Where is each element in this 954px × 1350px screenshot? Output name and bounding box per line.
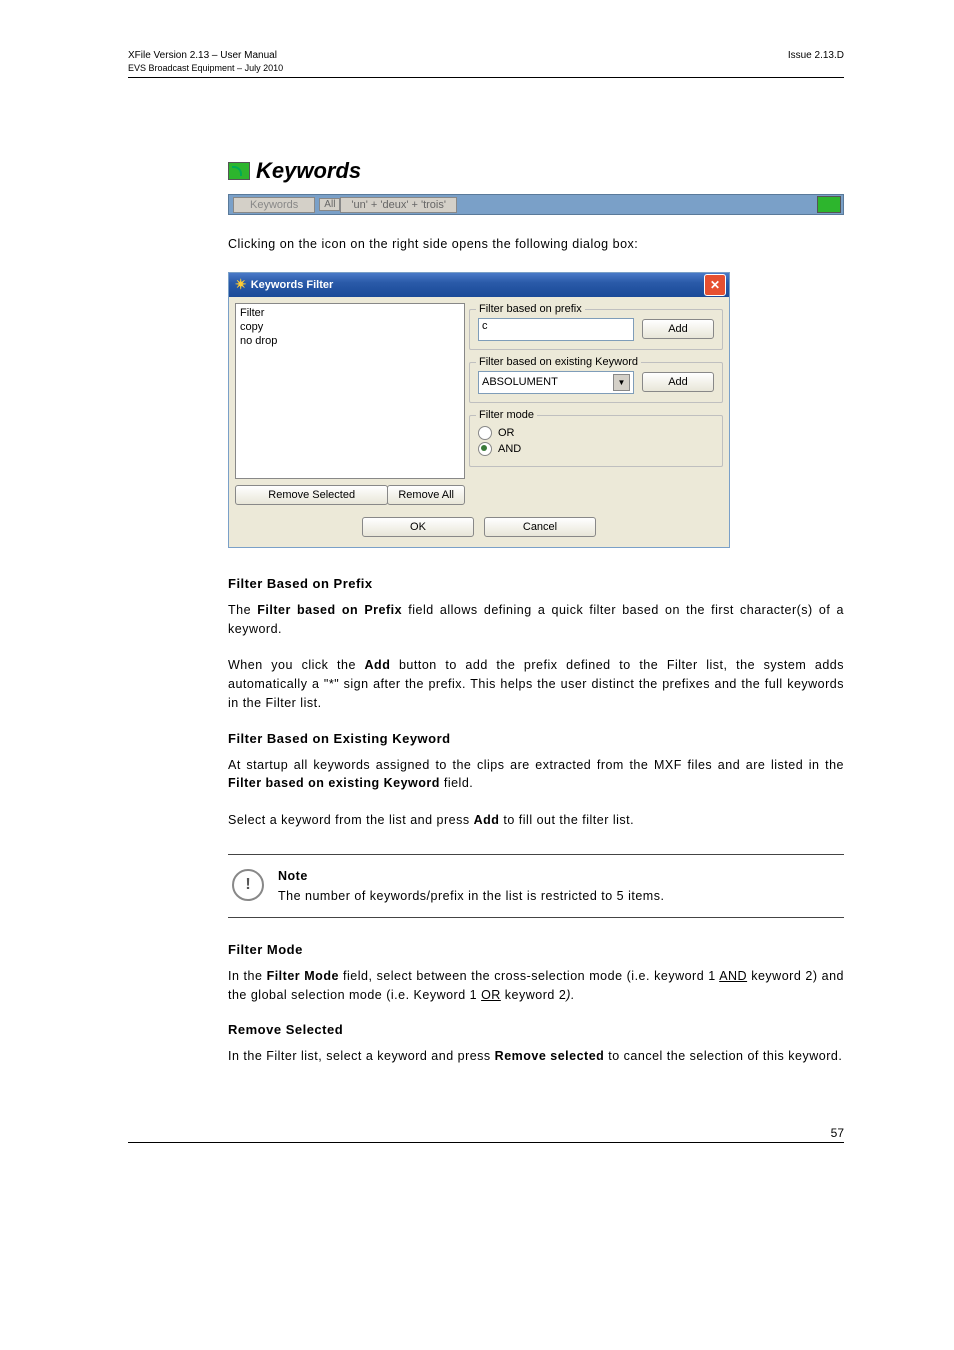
chevron-down-icon[interactable]: ▼	[613, 374, 630, 391]
note-icon: !	[232, 869, 264, 901]
mode-group-label: Filter mode	[476, 409, 537, 421]
header-sub: EVS Broadcast Equipment – July 2010	[128, 63, 844, 73]
all-button[interactable]: All	[319, 198, 340, 211]
prefix-add-button[interactable]: Add	[642, 319, 714, 339]
keywords-icon	[228, 162, 250, 180]
list-item[interactable]: Filter	[238, 306, 462, 320]
footer-rule	[128, 1142, 844, 1143]
dialog-icon: ✴	[235, 276, 247, 293]
header-rule	[128, 77, 844, 78]
keywords-button[interactable]: Keywords	[233, 197, 315, 213]
list-item[interactable]: copy	[238, 320, 462, 334]
section-title: Keywords	[256, 158, 361, 184]
ok-button[interactable]: OK	[362, 517, 474, 537]
header-left: XFile Version 2.13 – User Manual	[128, 50, 277, 61]
radio-and-label: AND	[498, 443, 521, 455]
radio-or-label: OR	[498, 427, 515, 439]
para-existing-1: At startup all keywords assigned to the …	[228, 756, 844, 794]
para-prefix-2: When you click the Add button to add the…	[228, 656, 844, 712]
section-title-row: Keywords	[228, 158, 844, 184]
heading-prefix: Filter Based on Prefix	[228, 576, 844, 591]
filter-listbox[interactable]: Filter copy no drop	[235, 303, 465, 479]
radio-or[interactable]	[478, 426, 492, 440]
heading-remove: Remove Selected	[228, 1022, 844, 1037]
existing-keyword-value: ABSOLUMENT	[482, 376, 558, 388]
keywords-expression: 'un' + 'deux' + 'trois'	[340, 197, 457, 213]
dialog-title: Keywords Filter	[251, 279, 334, 291]
para-existing-2: Select a keyword from the list and press…	[228, 811, 844, 830]
mode-group: Filter mode OR AND	[469, 415, 723, 467]
para-mode: In the Filter Mode field, select between…	[228, 967, 844, 1005]
existing-group-label: Filter based on existing Keyword	[476, 356, 641, 368]
cancel-button[interactable]: Cancel	[484, 517, 596, 537]
close-icon[interactable]: ✕	[704, 274, 726, 296]
heading-existing: Filter Based on Existing Keyword	[228, 731, 844, 746]
remove-all-button[interactable]: Remove All	[387, 485, 465, 505]
mode-or-row[interactable]: OR	[478, 426, 714, 440]
page-number: 57	[128, 1126, 844, 1140]
note-block: ! Note The number of keywords/prefix in …	[228, 854, 844, 918]
existing-add-button[interactable]: Add	[642, 372, 714, 392]
open-filter-icon[interactable]	[817, 196, 841, 213]
note-title: Note	[278, 869, 664, 883]
header-right: Issue 2.13.D	[788, 50, 844, 61]
prefix-group-label: Filter based on prefix	[476, 303, 585, 315]
note-text: The number of keywords/prefix in the lis…	[278, 889, 664, 903]
heading-mode: Filter Mode	[228, 942, 844, 957]
mode-and-row[interactable]: AND	[478, 442, 714, 456]
remove-selected-button[interactable]: Remove Selected	[235, 485, 388, 505]
existing-keyword-select[interactable]: ABSOLUMENT ▼	[478, 371, 634, 394]
keywords-status-bar: Keywords All 'un' + 'deux' + 'trois'	[228, 194, 844, 215]
para-prefix-1: The Filter based on Prefix field allows …	[228, 601, 844, 639]
intro-text: Clicking on the icon on the right side o…	[228, 235, 844, 254]
keywords-filter-dialog: ✴ Keywords Filter ✕ Filter copy no drop …	[228, 272, 730, 548]
list-item[interactable]: no drop	[238, 334, 462, 348]
radio-and[interactable]	[478, 442, 492, 456]
prefix-group: Filter based on prefix c Add	[469, 309, 723, 350]
dialog-titlebar: ✴ Keywords Filter ✕	[229, 273, 729, 297]
existing-group: Filter based on existing Keyword ABSOLUM…	[469, 362, 723, 403]
para-remove: In the Filter list, select a keyword and…	[228, 1047, 844, 1066]
prefix-input[interactable]: c	[478, 318, 634, 341]
